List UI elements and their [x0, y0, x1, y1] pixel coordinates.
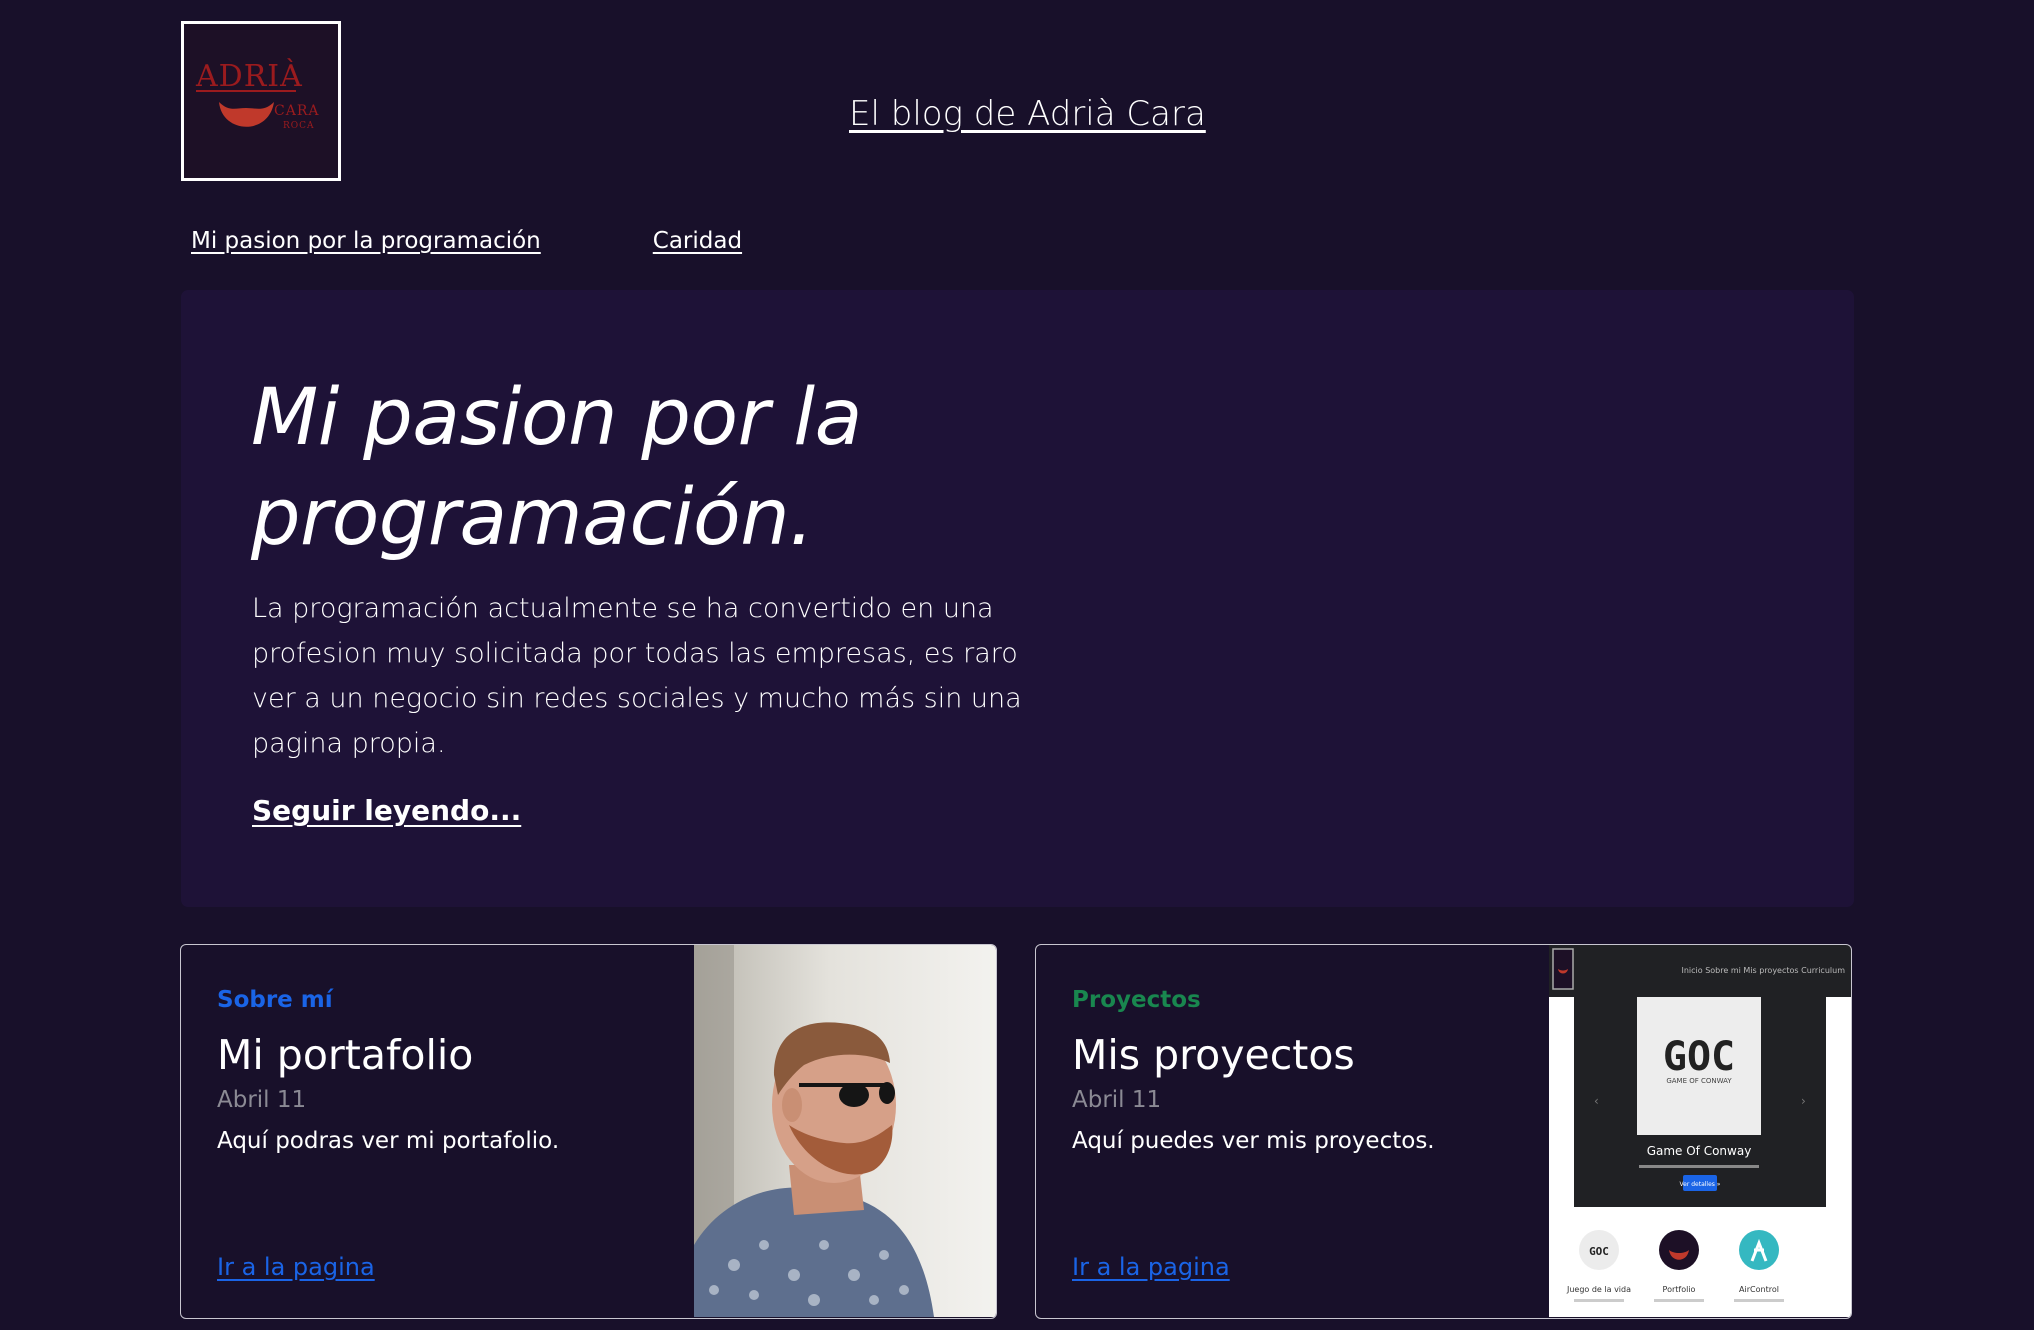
svg-text:›: › [1801, 1094, 1806, 1108]
hero-title: Mi pasion por la programación. [251, 373, 862, 563]
logo-text-line2: CARA [274, 103, 319, 119]
screenshot-nav-text: Inicio Sobre mi Mis proyectos Curriculum [1682, 966, 1846, 975]
site-title-link[interactable]: El blog de Adrià Cara [849, 94, 1206, 134]
hero-body-text: La programación actualmente se ha conver… [252, 593, 1022, 759]
card-title: Mis proyectos [1072, 1031, 1355, 1079]
screenshot-details-button: Ver detalles » [1680, 1181, 1721, 1188]
card-link-portfolio[interactable]: Ir a la pagina [217, 1253, 375, 1281]
card-title: Mi portafolio [217, 1031, 474, 1079]
svg-text:‹: ‹ [1594, 1094, 1599, 1108]
screenshot-thumb-label: Portfolio [1663, 1285, 1696, 1294]
read-more-link[interactable]: Seguir leyendo... [252, 794, 521, 827]
main-nav: Mi pasion por la programación Caridad [191, 228, 742, 254]
nav-link-programacion[interactable]: Mi pasion por la programación [191, 228, 541, 254]
logo-text-line1: ADRIÀ [195, 58, 303, 94]
card-description: Aquí puedes ver mis proyectos. [1072, 1128, 1435, 1154]
card-category: Sobre mí [217, 987, 333, 1013]
beard-logo-icon: ADRIÀ CARA ROCA [195, 58, 319, 131]
svg-text:GOC: GOC [1589, 1245, 1609, 1258]
nav-link-caridad[interactable]: Caridad [653, 228, 742, 254]
card-description: Aquí podras ver mi portafolio. [217, 1128, 560, 1154]
screenshot-goc-subtitle: GAME OF CONWAY [1666, 1077, 1732, 1085]
card-date: Abril 11 [1072, 1087, 1162, 1113]
hero-jumbotron: Mi pasion por la programación. La progra… [181, 290, 1854, 907]
logo-text-line3: ROCA [283, 121, 315, 131]
website-screenshot: Inicio Sobre mi Mis proyectos Curriculum… [1549, 945, 1851, 1317]
portrait-photo [694, 945, 996, 1317]
site-logo[interactable]: ADRIÀ CARA ROCA [181, 21, 341, 181]
card-date: Abril 11 [217, 1087, 307, 1113]
card-link-projects[interactable]: Ir a la pagina [1072, 1253, 1230, 1281]
card-category: Proyectos [1072, 987, 1201, 1013]
screenshot-goc-logo: GOC [1663, 1034, 1735, 1080]
screenshot-thumb-label: AirControl [1739, 1285, 1779, 1294]
screenshot-thumb-label: Juego de la vida [1566, 1285, 1631, 1294]
card-portfolio: Sobre mí Mi portafolio Abril 11 Aquí pod… [180, 944, 997, 1319]
screenshot-slide-title: Game Of Conway [1647, 1144, 1752, 1158]
card-projects: Proyectos Mis proyectos Abril 11 Aquí pu… [1035, 944, 1852, 1319]
